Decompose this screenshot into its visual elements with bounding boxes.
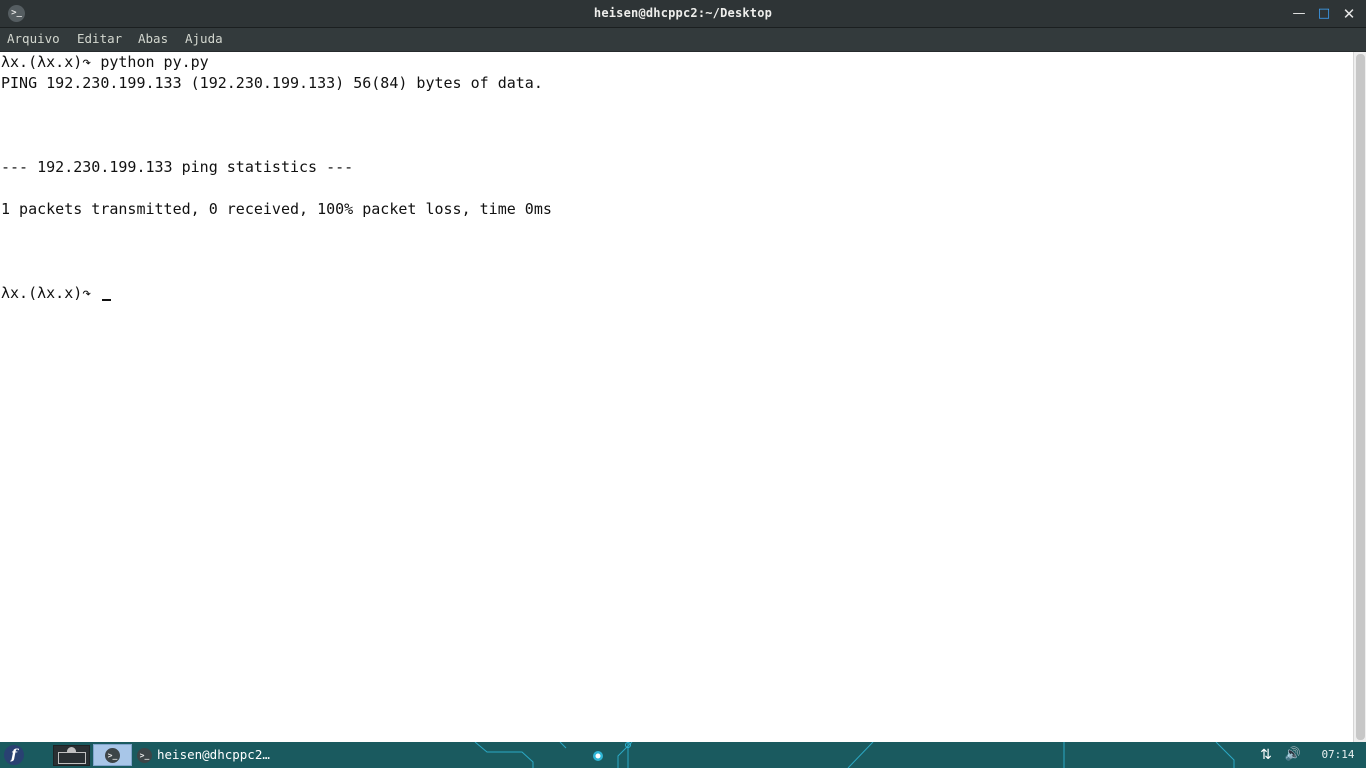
menu-item-arquivo[interactable]: Arquivo xyxy=(7,28,60,51)
terminal-output[interactable]: λx.(λx.x)↷ python py.py PING 192.230.199… xyxy=(0,52,1352,742)
menu-bar: Arquivo Editar Abas Ajuda xyxy=(0,28,1366,52)
terminal-line: 1 packets transmitted, 0 received, 100% … xyxy=(1,200,552,218)
scrollbar[interactable] xyxy=(1353,52,1366,742)
text-cursor xyxy=(102,299,112,301)
terminal-line: λx.(λx.x)↷ python py.py xyxy=(1,52,209,73)
network-icon[interactable]: ⇅ xyxy=(1256,745,1276,765)
menu-item-abas[interactable]: Abas xyxy=(138,28,168,51)
volume-icon[interactable]: 🔊 xyxy=(1282,745,1304,765)
prompt: λx.(λx.x)↷ xyxy=(1,53,92,71)
workspace-preview[interactable] xyxy=(53,745,90,766)
command-text xyxy=(91,284,100,302)
window-title: heisen@dhcppc2:~/Desktop xyxy=(593,6,773,20)
terminal-icon: >_ xyxy=(105,748,120,763)
minimize-icon[interactable]: — xyxy=(1289,4,1309,24)
taskbar-app-label: heisen@dhcppc2… xyxy=(157,747,270,762)
workspace-preview-window xyxy=(58,752,86,764)
menu-item-editar[interactable]: Editar xyxy=(77,28,122,51)
terminal-icon: >_ xyxy=(137,748,152,763)
terminal-line: PING 192.230.199.133 (192.230.199.133) 5… xyxy=(1,74,543,92)
scrollbar-thumb[interactable] xyxy=(1356,54,1365,740)
clock[interactable]: 07:14 xyxy=(1316,744,1360,766)
launcher-terminal-button[interactable]: >_ xyxy=(93,744,132,766)
title-bar[interactable]: >_ heisen@dhcppc2:~/Desktop — □ ✕ xyxy=(0,0,1366,28)
taskbar: f >_ >_ heisen@dhcppc2… ⇅ 🔊 07:14 xyxy=(0,742,1366,768)
start-menu-icon[interactable]: f xyxy=(4,745,24,765)
terminal-window: >_ heisen@dhcppc2:~/Desktop — □ ✕ Arquiv… xyxy=(0,0,1366,742)
terminal-line: λx.(λx.x)↷ xyxy=(1,283,112,304)
taskbar-app-terminal[interactable]: >_ heisen@dhcppc2… xyxy=(134,744,294,766)
close-icon[interactable]: ✕ xyxy=(1339,4,1359,24)
menu-item-ajuda[interactable]: Ajuda xyxy=(185,28,223,51)
terminal-line: --- 192.230.199.133 ping statistics --- xyxy=(1,158,354,176)
command-text: python py.py xyxy=(91,53,209,71)
prompt: λx.(λx.x)↷ xyxy=(1,284,92,302)
maximize-icon[interactable]: □ xyxy=(1314,4,1334,24)
